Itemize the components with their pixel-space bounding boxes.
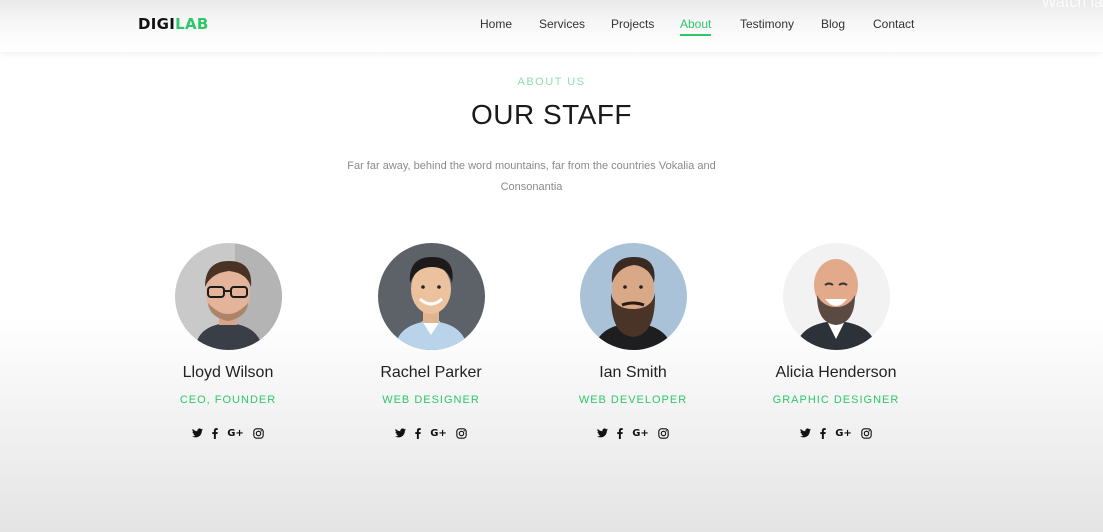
video-overlay-watch-later[interactable]: Watch la [1041,0,1103,12]
google-plus-icon[interactable]: G+ [835,427,852,439]
staff-role: WEB DEVELOPER [578,394,688,406]
instagram-icon[interactable] [658,427,669,439]
google-plus-icon[interactable]: G+ [227,427,244,439]
twitter-icon[interactable] [800,427,812,439]
staff-name: Rachel Parker [380,364,482,381]
brand-logo-part2: LAB [175,15,209,33]
staff-name: Ian Smith [599,364,667,381]
staff-card-ian-smith: Ian Smith WEB DEVELOPER G+ [533,243,733,440]
social-links: G+ [331,426,531,440]
instagram-icon[interactable] [861,427,872,439]
staff-card-alicia-henderson: Alicia Henderson GRAPHIC DESIGNER G+ [736,243,936,440]
staff-photo-smiling-man-blue-shirt [377,243,485,350]
brand-logo-part1: DIGI [138,15,176,33]
staff-photo-laughing-bald-man [782,243,890,350]
social-links: G+ [736,426,936,440]
brand-logo[interactable]: DIGILAB [138,15,209,33]
top-navbar: DIGILAB Home Services Projects About Tes… [0,0,1103,52]
section-subheading: ABOUT US [517,76,586,88]
twitter-icon[interactable] [395,427,407,439]
google-plus-icon[interactable]: G+ [632,427,649,439]
staff-role: CEO, FOUNDER [179,394,277,406]
facebook-icon[interactable] [415,427,421,439]
section-heading: OUR STAFF [470,99,633,130]
staff-card-rachel-parker: Rachel Parker WEB DESIGNER G+ [331,243,531,440]
staff-photo-bearded-man [579,243,687,350]
staff-role: GRAPHIC DESIGNER [772,394,900,406]
google-plus-icon[interactable]: G+ [430,427,447,439]
twitter-icon[interactable] [597,427,609,439]
nav-item-testimony[interactable]: Testimony [740,17,794,31]
nav-item-blog[interactable]: Blog [821,17,845,31]
nav-item-home[interactable]: Home [480,17,512,31]
staff-card-lloyd-wilson: Lloyd Wilson CEO, FOUNDER G+ [128,243,328,440]
facebook-icon[interactable] [820,427,826,439]
staff-photo-man-with-glasses [174,243,282,350]
nav-item-projects[interactable]: Projects [611,17,654,31]
facebook-icon[interactable] [617,427,623,439]
section-description: Far far away, behind the word mountains,… [347,160,716,193]
instagram-icon[interactable] [253,427,264,439]
staff-name: Alicia Henderson [775,364,897,381]
nav-item-services[interactable]: Services [539,17,585,31]
nav-item-contact[interactable]: Contact [873,17,914,31]
staff-name: Lloyd Wilson [182,364,274,381]
social-links: G+ [533,426,733,440]
instagram-icon[interactable] [456,427,467,439]
nav-item-about[interactable]: About [680,17,712,36]
social-links: G+ [128,426,328,440]
facebook-icon[interactable] [212,427,218,439]
twitter-icon[interactable] [192,427,204,439]
staff-role: WEB DESIGNER [382,394,480,406]
